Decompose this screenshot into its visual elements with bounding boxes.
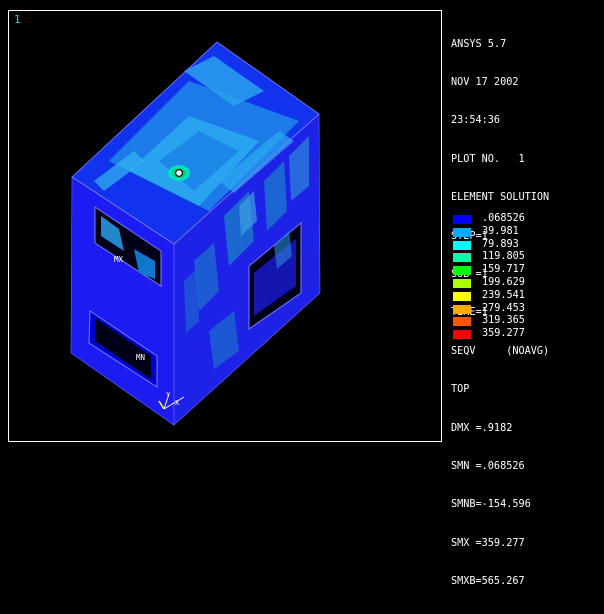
info-line: SMXB=565.267 — [451, 576, 525, 588]
info-line: SMN =.068526 — [451, 460, 525, 472]
legend-value: 159.717 — [482, 264, 525, 276]
legend-swatch — [453, 278, 471, 288]
info-line: ELEMENT SOLUTION — [451, 192, 550, 204]
legend-swatch — [453, 227, 471, 237]
legend-swatch — [453, 253, 471, 263]
info-line: 23:54:36 — [451, 115, 501, 127]
info-line: PLOT NO. 1 — [451, 153, 525, 165]
info-line: SEQV (NOAVG) — [451, 345, 550, 357]
graphics-viewport[interactable]: 1 MX MN Y X — [8, 10, 442, 442]
legend-value: 319.365 — [482, 315, 525, 327]
info-line: TOP — [451, 384, 470, 396]
legend-value: 239.541 — [482, 289, 525, 301]
legend-value: 199.629 — [482, 276, 525, 288]
legend-value: 79.893 — [482, 238, 519, 250]
legend-swatch — [453, 317, 471, 327]
info-line: SMX =359.277 — [451, 537, 525, 549]
legend-swatch — [453, 266, 471, 276]
legend-value: 359.277 — [482, 328, 525, 340]
legend-value: 119.805 — [482, 251, 525, 263]
info-line: ANSYS 5.7 — [451, 38, 507, 50]
legend-swatch — [453, 240, 471, 250]
info-line: SMNB=-154.596 — [451, 499, 531, 511]
info-line: NOV 17 2002 — [451, 76, 519, 88]
legend-swatch — [453, 215, 471, 224]
legend-swatch — [453, 291, 471, 301]
legend-value: .068526 — [482, 213, 525, 224]
legend-swatch — [453, 330, 471, 340]
ansys-graphics-window: 1 MX MN Y X ANSYS 5.7 NOV 17 2002 23:54:… — [0, 0, 604, 587]
min-stress-label: MN — [136, 353, 145, 362]
legend-value: 279.453 — [482, 302, 525, 314]
legend-swatch — [453, 304, 471, 314]
info-line: DMX =.9182 — [451, 422, 513, 434]
legend-value: 39.981 — [482, 225, 519, 237]
fea-model-plot[interactable]: MX MN Y X — [9, 11, 441, 441]
max-stress-label: MX — [114, 255, 124, 264]
